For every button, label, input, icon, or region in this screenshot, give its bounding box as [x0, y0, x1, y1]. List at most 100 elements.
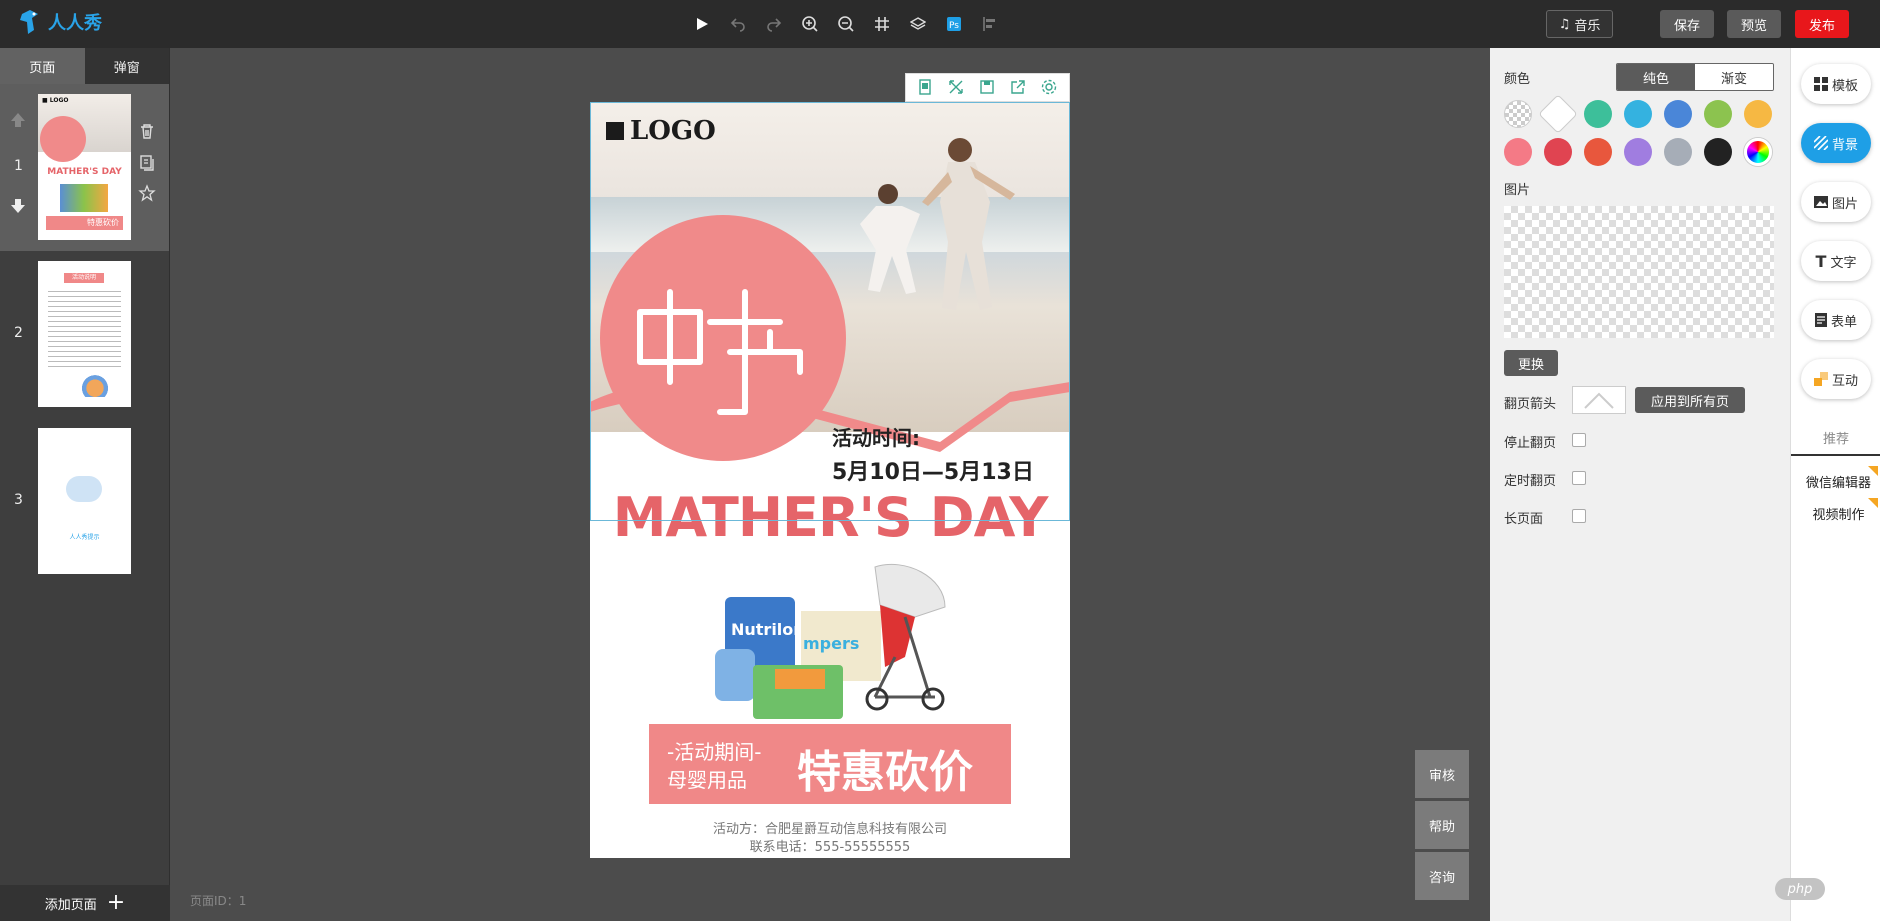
- image-label: 图片: [1504, 183, 1531, 198]
- zoom-in-icon[interactable]: [798, 12, 822, 36]
- flip-arrow-selector[interactable]: [1572, 386, 1626, 414]
- panel-tabs: 页面 弹窗: [0, 48, 169, 84]
- swatch-orange-red[interactable]: [1584, 138, 1612, 166]
- bird-logo-icon: [20, 10, 38, 34]
- long-page-label: 长页面: [1504, 512, 1544, 527]
- swatch-gray[interactable]: [1664, 138, 1692, 166]
- swatch-pink[interactable]: [1504, 138, 1532, 166]
- settings-gear-icon[interactable]: [1040, 78, 1060, 98]
- thumb-logo: ■ LOGO: [42, 97, 69, 104]
- save-button[interactable]: 保存: [1660, 10, 1714, 38]
- event-time-value[interactable]: 5月10日—5月13日: [832, 454, 1034, 486]
- swatch-purple[interactable]: [1624, 138, 1652, 166]
- recommend-label: 推荐: [1822, 432, 1849, 447]
- phone-icon[interactable]: [916, 78, 936, 98]
- timed-flip-checkbox[interactable]: [1572, 471, 1586, 485]
- background-image-preview[interactable]: [1504, 206, 1774, 338]
- top-bar: 人人秀 Ps ♫ 音乐 保存 预览 发布: [0, 0, 1880, 48]
- swatch-black[interactable]: [1704, 138, 1732, 166]
- add-page-button[interactable]: 添加页面 +: [0, 885, 170, 921]
- logo-text[interactable]: LOGO: [606, 116, 716, 146]
- thumb-band: 特惠砍价: [46, 216, 123, 230]
- rail-template-button[interactable]: 模板: [1801, 64, 1871, 104]
- brand-logo[interactable]: 人人秀: [18, 8, 102, 36]
- music-button[interactable]: ♫ 音乐: [1546, 10, 1613, 38]
- tab-popups[interactable]: 弹窗: [84, 48, 169, 84]
- replace-image-button[interactable]: 更换: [1504, 350, 1558, 376]
- thumb-title: 活动说明: [64, 273, 104, 283]
- page-thumbnail[interactable]: 人人秀提示: [38, 428, 131, 574]
- page-number: 1: [14, 158, 23, 174]
- swatch-lime[interactable]: [1704, 100, 1732, 128]
- page-thumbnail[interactable]: ■ LOGO MATHER'S DAY 特惠砍价: [38, 94, 131, 240]
- swatch-sky-blue[interactable]: [1624, 100, 1652, 128]
- apply-to-all-pages-button[interactable]: 应用到所有页: [1635, 387, 1745, 413]
- stop-flip-checkbox[interactable]: [1572, 433, 1586, 447]
- trash-icon[interactable]: [138, 122, 156, 140]
- swatch-color-wheel-icon[interactable]: [1744, 138, 1772, 166]
- fullscreen-icon[interactable]: [947, 78, 967, 98]
- page-item-2[interactable]: 2 活动说明: [0, 251, 169, 418]
- undo-icon[interactable]: [726, 12, 750, 36]
- text-t-icon: T: [1815, 251, 1827, 271]
- rail-interact-button[interactable]: 互动: [1801, 359, 1871, 399]
- solid-color-tab[interactable]: 纯色: [1617, 64, 1695, 90]
- publish-button[interactable]: 发布: [1795, 10, 1849, 38]
- mothers-day-headline[interactable]: MATHER'S DAY: [590, 486, 1070, 549]
- play-icon[interactable]: [690, 12, 714, 36]
- plus-icon: +: [106, 890, 126, 915]
- align-icon[interactable]: [978, 12, 1002, 36]
- page-thumbnail[interactable]: 活动说明: [38, 261, 131, 407]
- layers-icon[interactable]: [906, 12, 930, 36]
- grid-icon[interactable]: [870, 12, 894, 36]
- help-button[interactable]: 帮助: [1415, 801, 1469, 849]
- rail-background-button[interactable]: 背景: [1801, 123, 1871, 163]
- preview-button[interactable]: 预览: [1727, 10, 1781, 38]
- chevron-up-icon: [1584, 392, 1614, 409]
- background-properties-panel: 颜色 纯色 渐变 图片 更换 翻页箭头 应用到所有页 停止翻页 定时翻页 长页面: [1490, 48, 1790, 921]
- swatch-blue[interactable]: [1664, 100, 1692, 128]
- swatch-yellow[interactable]: [1744, 100, 1772, 128]
- promo-band[interactable]: -活动期间- 母婴用品 特惠砍价: [649, 724, 1011, 804]
- pages-panel: 页面 弹窗 1 ■ LOGO MATHER'S DAY 特惠砍价 2 活动说明 …: [0, 48, 170, 921]
- flip-arrow-label: 翻页箭头: [1504, 397, 1557, 412]
- swatch-crimson[interactable]: [1544, 138, 1572, 166]
- organizer-text[interactable]: 活动方：合肥星爵互动信息科技有限公司: [590, 818, 1070, 837]
- contact-phone-text[interactable]: 联系电话：555-55555555: [590, 836, 1070, 855]
- page-item-3[interactable]: 3 人人秀提示: [0, 418, 169, 585]
- rail-image-button[interactable]: 图片: [1801, 182, 1871, 222]
- consult-button[interactable]: 咨询: [1415, 852, 1469, 900]
- rail-text-button[interactable]: T 文字: [1801, 241, 1871, 281]
- promo-band-subtitle: -活动期间- 母婴用品: [667, 740, 762, 792]
- color-mode-toggle: 纯色 渐变: [1616, 63, 1774, 91]
- video-maker-link[interactable]: 视频制作: [1801, 498, 1878, 523]
- review-button[interactable]: 审核: [1415, 750, 1469, 798]
- save-page-icon[interactable]: [978, 78, 998, 98]
- promo-band-title: 特惠砍价: [797, 747, 973, 798]
- stop-flip-label: 停止翻页: [1504, 436, 1557, 451]
- ps-icon[interactable]: Ps: [942, 12, 966, 36]
- copy-icon[interactable]: [138, 154, 156, 172]
- baby-products-image[interactable]: Nutrilon mpers: [705, 557, 965, 722]
- gradient-tab[interactable]: 渐变: [1695, 64, 1773, 90]
- php-watermark: php: [1775, 878, 1825, 900]
- swatch-white[interactable]: [1538, 94, 1578, 134]
- wechat-editor-link[interactable]: 微信编辑器: [1801, 466, 1878, 491]
- form-icon: [1814, 313, 1827, 327]
- move-down-icon[interactable]: [8, 196, 28, 216]
- swatch-green[interactable]: [1584, 100, 1612, 128]
- rail-form-button[interactable]: 表单: [1801, 300, 1871, 340]
- swatch-transparent[interactable]: [1504, 100, 1532, 128]
- event-time-label[interactable]: 活动时间:: [832, 422, 920, 451]
- tab-pages[interactable]: 页面: [0, 48, 85, 84]
- long-page-checkbox[interactable]: [1572, 509, 1586, 523]
- page-number: 2: [14, 325, 23, 341]
- page-number: 3: [14, 492, 23, 508]
- redo-icon[interactable]: [762, 12, 786, 36]
- zoom-out-icon[interactable]: [834, 12, 858, 36]
- page-canvas[interactable]: LOGO 活动时间: 5月10日—5月13日 MATHER'S DAY Nutr…: [590, 102, 1070, 858]
- share-icon[interactable]: [1009, 78, 1029, 98]
- star-icon[interactable]: [138, 184, 156, 202]
- page-item-1[interactable]: 1 ■ LOGO MATHER'S DAY 特惠砍价: [0, 84, 169, 251]
- move-up-icon[interactable]: [8, 110, 28, 130]
